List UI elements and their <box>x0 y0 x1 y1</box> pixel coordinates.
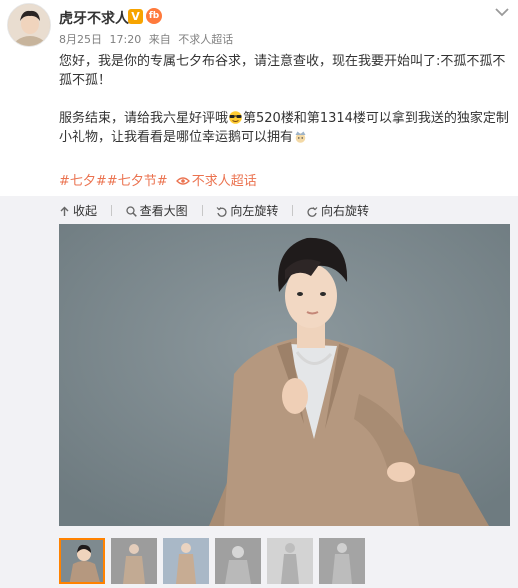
toolbar-divider <box>110 205 112 216</box>
post-time[interactable]: 17:20 <box>110 33 142 46</box>
user-name[interactable]: 虎牙不求人 <box>59 8 129 28</box>
collapse-icon <box>60 206 69 216</box>
media-toolbar: 收起 查看大图 向左旋转 向右旋转 <box>59 202 379 222</box>
thumbnail-4[interactable] <box>215 538 261 584</box>
thumbnail-2[interactable] <box>111 538 157 584</box>
topic-tag-qixi-festival[interactable]: #七夕节# <box>107 174 168 189</box>
thumbnail-5[interactable] <box>267 538 313 584</box>
source-prefix: 来自 <box>148 33 171 46</box>
crown-emoji-icon <box>295 131 306 143</box>
rotate-right-label: 向右旋转 <box>321 204 370 218</box>
thumbnail-6[interactable] <box>319 538 365 584</box>
thumbnail-1[interactable] <box>59 538 105 584</box>
post-text: 您好，我是你的专属七夕布谷求，请注意查收，现在我要开始叫了:不孤不孤不孤不孤！ … <box>59 52 509 166</box>
topic-tag-qixi[interactable]: #七夕# <box>59 174 107 189</box>
rotate-right-button[interactable]: 向右旋转 <box>307 202 369 220</box>
thumbnail-image <box>111 538 157 584</box>
post-meta: 8月25日 17:20 来自 不求人超话 <box>59 31 237 47</box>
post-paragraph-1: 您好，我是你的专属七夕布谷求，请注意查收，现在我要开始叫了:不孤不孤不孤不孤！ <box>59 54 506 88</box>
post-menu-button[interactable] <box>494 4 510 18</box>
avatar[interactable] <box>7 3 51 47</box>
thumbnail-image <box>163 538 209 584</box>
thumbnail-3[interactable] <box>163 538 209 584</box>
post-paragraph-2: 服务结束，请给我六星好评哦 第520楼和第1314楼可以拿到我送的独家定制小礼物，… <box>59 109 509 147</box>
media-panel: 收起 查看大图 向左旋转 向右旋转 <box>0 196 518 588</box>
rotate-left-label: 向左旋转 <box>230 204 279 218</box>
vip-icon[interactable]: V <box>128 9 143 24</box>
post-header: 虎牙不求人 V fb 8月25日 17:20 来自 不求人超话 <box>0 0 518 50</box>
toolbar-divider <box>201 205 203 216</box>
source-link[interactable]: 不求人超话 <box>178 33 233 46</box>
rotate-left-button[interactable]: 向左旋转 <box>216 202 278 220</box>
toolbar-divider <box>292 205 294 216</box>
zoom-icon <box>126 206 137 217</box>
collapse-button[interactable]: 收起 <box>59 202 97 220</box>
view-large-button[interactable]: 查看大图 <box>126 202 188 220</box>
avatar-image <box>8 4 50 46</box>
main-photo[interactable] <box>59 224 510 526</box>
view-large-label: 查看大图 <box>139 204 188 218</box>
chevron-down-icon <box>495 8 509 17</box>
super-topic-link[interactable]: 不求人超话 <box>175 174 257 189</box>
thumbnail-image <box>319 538 365 584</box>
super-topic-icon <box>175 177 190 185</box>
thumbnail-image <box>61 540 103 582</box>
thumbnail-image <box>215 538 261 584</box>
rotate-right-icon <box>307 207 318 217</box>
rotate-left-icon <box>216 207 227 217</box>
super-topic-label: 不求人超话 <box>191 174 257 189</box>
collapse-label: 收起 <box>73 204 98 218</box>
post-paragraph-2-start: 服务结束，请给我六星好评哦 <box>59 111 229 126</box>
thumbnail-image <box>267 538 313 584</box>
tag-row: #七夕##七夕节# 不求人超话 <box>59 170 257 189</box>
sunglasses-emoji-icon <box>229 111 242 124</box>
level-icon[interactable]: fb <box>146 8 162 24</box>
post-date[interactable]: 8月25日 <box>59 33 102 46</box>
main-photo-image <box>59 224 510 526</box>
